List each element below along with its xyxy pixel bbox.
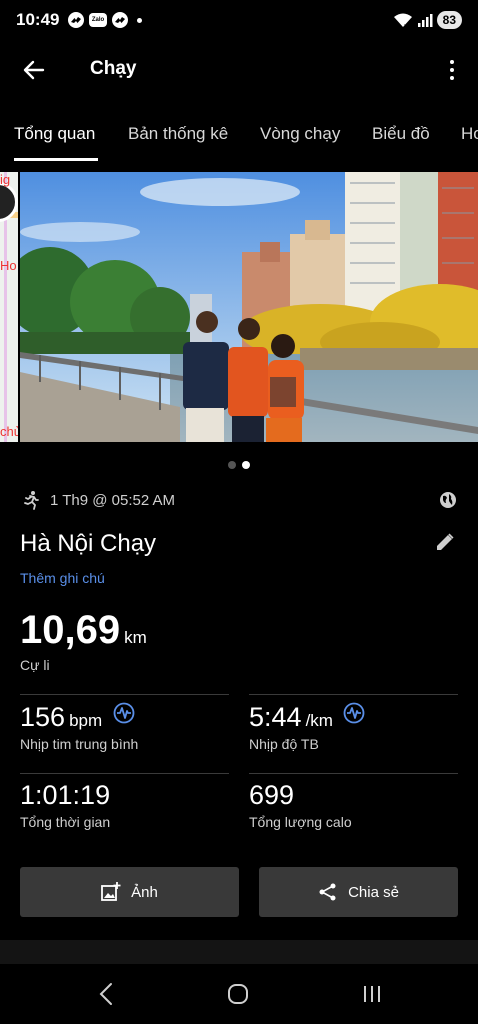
status-time: 10:49 xyxy=(16,10,60,29)
wifi-icon: x xyxy=(393,13,412,28)
divider xyxy=(20,773,229,774)
divider xyxy=(20,694,229,695)
more-options-button[interactable] xyxy=(440,54,464,86)
total-calories-value: 699 xyxy=(249,780,295,810)
divider xyxy=(249,694,458,695)
activity-name: Hà Nội Chạy xyxy=(20,530,157,557)
add-note-link[interactable]: Thêm ghi chú xyxy=(20,570,105,586)
tab-stats[interactable]: Bản thống kê xyxy=(128,124,228,144)
heart-rate-icon[interactable] xyxy=(113,702,135,724)
map-label: Ho xyxy=(0,258,17,273)
avg-pace-unit: /km xyxy=(305,711,333,730)
avg-heart-rate-value: 156 xyxy=(20,702,66,732)
back-arrow-icon xyxy=(23,60,45,80)
tab-active-indicator xyxy=(14,158,98,161)
avg-heart-rate-label: Nhịp tim trung bình xyxy=(20,736,139,752)
distance-stat: 10,69 km xyxy=(20,608,147,653)
svg-text:x: x xyxy=(404,23,407,28)
status-indicators: x 83 xyxy=(393,11,462,29)
nav-back-button[interactable] xyxy=(94,981,118,1007)
back-button[interactable] xyxy=(16,54,52,86)
tab-bar: Tổng quan Bản thống kê Vòng chạy Biểu đồ… xyxy=(0,112,478,162)
system-navigation-bar xyxy=(0,964,478,1024)
page-title: Chạy xyxy=(90,58,137,79)
carousel-indicator xyxy=(228,461,250,469)
more-notifications-dot xyxy=(137,17,142,23)
activity-photo[interactable] xyxy=(20,172,478,442)
nav-recents-button[interactable] xyxy=(360,981,384,1007)
tab-charts[interactable]: Biểu đồ xyxy=(372,124,430,144)
media-carousel[interactable]: ig Ho chủ xyxy=(0,172,478,442)
avg-pace-value: 5:44 xyxy=(249,702,302,732)
tab-laps[interactable]: Vòng chạy xyxy=(260,124,340,144)
running-icon xyxy=(24,491,39,510)
share-button[interactable]: Chia sẻ xyxy=(259,867,458,917)
distance-unit: km xyxy=(124,628,147,647)
globe-icon[interactable] xyxy=(438,490,458,510)
more-vert-icon xyxy=(450,60,454,64)
heart-rate-icon[interactable] xyxy=(343,702,365,724)
avg-pace-stat[interactable]: 5:44/km Nhịp độ TB xyxy=(249,702,365,752)
carousel-dot-active[interactable] xyxy=(242,461,250,469)
signal-icon xyxy=(417,14,433,27)
app-bar: Chạy xyxy=(0,42,478,98)
avg-heart-rate-unit: bpm xyxy=(69,711,103,730)
map-label: ig xyxy=(0,172,11,187)
status-bar: 10:49 Zalo x 83 xyxy=(0,0,478,42)
nav-recents-icon xyxy=(364,986,380,1002)
notification-icons: Zalo xyxy=(68,12,142,28)
section-separator xyxy=(0,940,478,964)
total-calories-label: Tổng lượng calo xyxy=(249,814,352,830)
nav-back-icon xyxy=(99,983,112,1005)
activity-date: 1 Th9 @ 05:52 AM xyxy=(50,492,176,509)
distance-label: Cự li xyxy=(20,657,50,673)
nav-home-icon xyxy=(228,984,248,1004)
edit-pencil-icon[interactable] xyxy=(434,531,456,553)
total-time-label: Tổng thời gian xyxy=(20,814,111,830)
distance-value: 10,69 xyxy=(20,608,121,652)
share-label: Chia sẻ xyxy=(348,883,399,901)
messenger-icon xyxy=(68,12,84,28)
total-time-value: 1:01:19 xyxy=(20,780,111,810)
tab-overview[interactable]: Tổng quan xyxy=(14,124,95,144)
add-photo-button[interactable]: Ảnh xyxy=(20,867,239,917)
zalo-icon-text: Zalo xyxy=(91,17,105,23)
total-calories-stat: 699 Tổng lượng calo xyxy=(249,780,352,830)
messenger-icon xyxy=(112,12,128,28)
nav-home-button[interactable] xyxy=(226,981,250,1007)
activity-meta: 1 Th9 @ 05:52 AM xyxy=(22,490,458,512)
divider xyxy=(249,773,458,774)
battery-indicator: 83 xyxy=(436,11,462,29)
total-time-stat: 1:01:19 Tổng thời gian xyxy=(20,780,111,830)
activity-photo-image xyxy=(20,172,478,442)
share-icon xyxy=(319,883,336,901)
avg-pace-label: Nhịp độ TB xyxy=(249,736,319,752)
carousel-dot[interactable] xyxy=(228,461,236,469)
add-photo-icon xyxy=(101,882,121,901)
avg-heart-rate-stat[interactable]: 156 bpm Nhịp tim trung bình xyxy=(20,702,138,752)
map-label: chủ xyxy=(0,424,18,439)
zalo-icon: Zalo xyxy=(89,13,107,27)
route-map-thumbnail[interactable]: ig Ho chủ xyxy=(0,172,18,442)
add-photo-label: Ảnh xyxy=(131,883,158,901)
tab-more[interactable]: Ho xyxy=(461,124,478,144)
